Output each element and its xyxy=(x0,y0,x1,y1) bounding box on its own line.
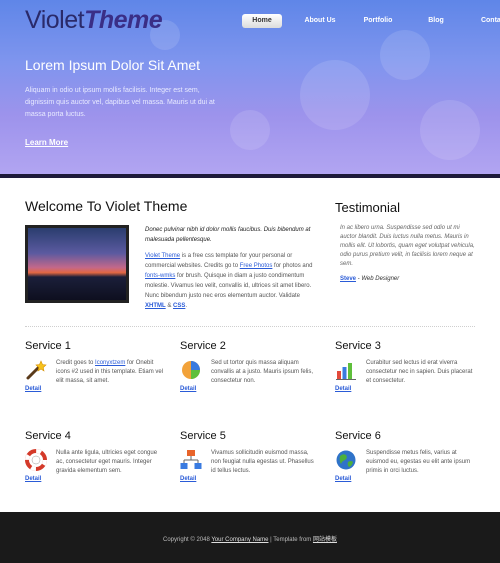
service-title: Service 1 xyxy=(25,340,71,352)
detail-link[interactable]: Detail xyxy=(180,476,196,482)
iconyxtzem-link[interactable]: Iconyxtzem xyxy=(95,360,125,366)
welcome-body-text: . xyxy=(185,303,188,309)
bokeh-decoration xyxy=(420,100,480,160)
bokeh-decoration xyxy=(380,30,430,80)
fonts-link[interactable]: fonts-wmks xyxy=(145,273,175,279)
service-desc: Vivamus sollicitudin euismod massa, non … xyxy=(211,450,314,474)
copyright-text: Copyright © 2048 xyxy=(163,537,212,543)
service-5: Service 5 Vivamus sollicitudin euismod m… xyxy=(180,430,320,482)
nav-blog[interactable]: Blog xyxy=(416,14,456,28)
service-title: Service 2 xyxy=(180,340,226,352)
section-divider xyxy=(25,326,475,327)
logo-light-text: Violet xyxy=(25,6,85,34)
main-nav: Home About Us Portfolio Blog Contact xyxy=(242,14,500,28)
service-desc: Suspendisse metus felis, varius at euism… xyxy=(366,450,471,474)
welcome-intro: Donec pulvinar nibh id dolor mollis fauc… xyxy=(145,227,311,243)
detail-link[interactable]: Detail xyxy=(335,386,351,392)
welcome-title: Welcome To Violet Theme xyxy=(25,198,188,214)
template-source-link[interactable]: 网站模板 xyxy=(313,537,337,543)
bar-chart-icon xyxy=(336,363,356,380)
service-desc: Curabitur sed lectus id erat viverra con… xyxy=(366,360,473,384)
service-2: Service 2 Sed ut tortor quis massa aliqu… xyxy=(180,340,320,392)
nav-about-us[interactable]: About Us xyxy=(300,14,340,28)
bokeh-decoration xyxy=(230,110,270,150)
testimonial-quote: In ac libero urna. Suspendisse sed odio … xyxy=(340,225,475,267)
detail-link[interactable]: Detail xyxy=(335,476,351,482)
hero-text: Aliquam in odio ut ipsum mollis facilisi… xyxy=(25,87,215,118)
sitemap-icon xyxy=(180,450,202,469)
sunset-image xyxy=(28,228,126,300)
xhtml-link[interactable]: XHTML xyxy=(145,303,166,309)
welcome-text: Donec pulvinar nibh id dolor mollis fauc… xyxy=(145,225,315,311)
hero-title: Lorem Ipsum Dolor Sit Amet xyxy=(25,57,201,73)
service-desc: Credit goes to Iconyxtzem for Onebit ico… xyxy=(56,359,165,386)
nav-portfolio[interactable]: Portfolio xyxy=(358,14,398,28)
detail-link[interactable]: Detail xyxy=(180,386,196,392)
magic-wand-icon xyxy=(26,360,47,380)
footer-sep: | Template from xyxy=(268,537,313,543)
company-link[interactable]: Your Company Name xyxy=(211,537,268,543)
service-3: Service 3 Curabitur sed lectus id erat v… xyxy=(335,340,475,392)
site-logo[interactable]: VioletTheme xyxy=(25,6,163,35)
hero-banner: VioletTheme Home About Us Portfolio Blog… xyxy=(0,0,500,178)
lifebuoy-icon xyxy=(25,449,47,471)
pie-chart-icon xyxy=(182,361,200,379)
service-desc: Nulla ante ligula, ultricies eget congue… xyxy=(56,450,158,474)
hero-bottom-bar xyxy=(0,174,500,178)
detail-link[interactable]: Detail xyxy=(25,386,41,392)
footer-copyright: Copyright © 2048 Your Company Name | Tem… xyxy=(0,534,500,543)
service-title: Service 6 xyxy=(335,430,381,442)
service-1: Service 1 Credit goes to Iconyxtzem for … xyxy=(25,340,165,392)
service-6: Service 6 Suspendisse metus felis, variu… xyxy=(335,430,475,482)
testimonial-role: - Web Designer xyxy=(356,276,400,282)
detail-link[interactable]: Detail xyxy=(25,476,41,482)
learn-more-link[interactable]: Learn More xyxy=(25,138,68,147)
service-4: Service 4 Nulla ante ligula, ultricies e… xyxy=(25,430,165,482)
nav-home[interactable]: Home xyxy=(242,14,282,28)
welcome-body: Violet Theme is a free css template for … xyxy=(145,251,315,311)
nav-contact[interactable]: Contact xyxy=(474,14,500,28)
css-link[interactable]: CSS xyxy=(173,303,185,309)
service-title: Service 5 xyxy=(180,430,226,442)
service-title: Service 3 xyxy=(335,340,381,352)
welcome-body-text: for photos and xyxy=(272,263,313,269)
testimonial-author-link[interactable]: Steve xyxy=(340,276,356,282)
bokeh-decoration xyxy=(300,60,370,130)
service-desc-text: Credit goes to xyxy=(56,360,96,366)
testimonial-signature: Steve - Web Designer xyxy=(340,276,399,282)
testimonial-title: Testimonial xyxy=(335,200,401,215)
service-desc: Sed ut tortor quis massa aliquam convall… xyxy=(211,360,314,384)
service-title: Service 4 xyxy=(25,430,71,442)
violet-theme-link[interactable]: Violet Theme xyxy=(145,253,180,259)
free-photos-link[interactable]: Free Photos xyxy=(240,263,273,269)
logo-bold-text: Theme xyxy=(84,6,163,34)
globe-icon xyxy=(336,450,356,470)
footer: Copyright © 2048 Your Company Name | Tem… xyxy=(0,512,500,563)
sunset-photo xyxy=(25,225,129,303)
welcome-body-text: & xyxy=(165,303,174,309)
